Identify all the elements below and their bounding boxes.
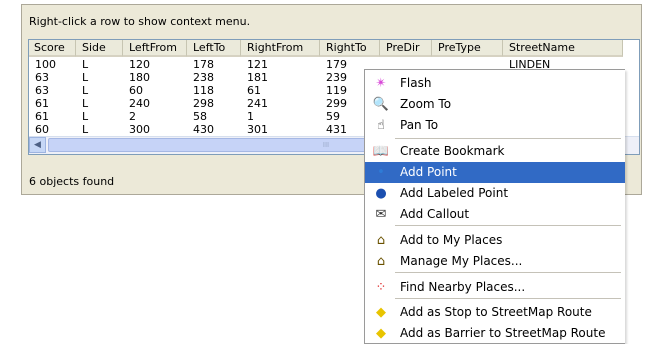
menu-item-add-labeled-point[interactable]: ● Add Labeled Point: [365, 183, 625, 204]
table-cell: L: [82, 58, 89, 71]
route-stop-icon: ◆: [376, 305, 386, 320]
menu-item-create-bookmark[interactable]: 📖 Create Bookmark: [365, 141, 625, 162]
menu-item-label: Add Point: [400, 165, 457, 179]
menu-separator: [395, 138, 621, 139]
menu-item-add-point[interactable]: • Add Point: [365, 162, 625, 183]
table-cell: 120: [129, 58, 150, 71]
menu-item-pan-to[interactable]: ☝ Pan To: [365, 115, 625, 136]
menu-item-label: Add as Stop to StreetMap Route: [400, 305, 592, 319]
zoom-in-icon: 🔍: [372, 97, 390, 112]
menu-item-flash[interactable]: ✴ Flash: [365, 73, 625, 94]
column-header-pretype[interactable]: PreType: [432, 40, 503, 57]
hint-text: Right-click a row to show context menu.: [29, 15, 251, 28]
menu-item-label: Add Callout: [400, 207, 470, 221]
menu-item-label: Add Labeled Point: [400, 186, 509, 200]
table-cell: L: [82, 71, 89, 84]
table-cell: 63: [35, 84, 49, 97]
menu-item-manage-my-places[interactable]: ⌂ Manage My Places...: [365, 251, 625, 272]
nearby-icon: ⁘: [375, 280, 387, 295]
menu-item-label: Create Bookmark: [400, 144, 505, 158]
menu-item-add-callout[interactable]: ✉ Add Callout: [365, 204, 625, 225]
hand-icon: ☝: [377, 118, 385, 133]
column-header-streetname[interactable]: StreetName: [503, 40, 623, 57]
table-cell: 61: [35, 97, 49, 110]
add-place-icon: ⌂: [376, 233, 386, 248]
table-cell: 60: [35, 123, 49, 136]
table-cell: 240: [129, 97, 150, 110]
table-cell: 60: [129, 84, 143, 97]
table-cell: 241: [247, 97, 268, 110]
table-cell: 300: [129, 123, 150, 136]
table-header: Score Side LeftFrom LeftTo RightFrom RightTo P…: [29, 40, 623, 57]
column-header-side[interactable]: Side: [76, 40, 123, 57]
menu-item-label: Add as Barrier to StreetMap Route: [400, 326, 606, 340]
point-icon: •: [377, 165, 385, 180]
column-header-rightto[interactable]: RightTo: [320, 40, 380, 57]
table-cell: 61: [247, 84, 261, 97]
table-cell: 100: [35, 58, 56, 71]
menu-item-label: Find Nearby Places...: [400, 280, 526, 294]
table-cell: L: [82, 84, 89, 97]
menu-item-label: Pan To: [400, 118, 439, 132]
table-cell: 2: [129, 110, 136, 123]
column-header-rightfrom[interactable]: RightFrom: [241, 40, 320, 57]
menu-separator: [395, 225, 621, 226]
table-cell: 118: [193, 84, 214, 97]
callout-icon: ✉: [375, 207, 387, 222]
table-cell: 178: [193, 58, 214, 71]
table-cell: 298: [193, 97, 214, 110]
table-cell: 63: [35, 71, 49, 84]
table-cell: 61: [35, 110, 49, 123]
labeled-point-icon: ●: [375, 186, 387, 201]
table-cell: 181: [247, 71, 268, 84]
table-cell: 180: [129, 71, 150, 84]
menu-separator: [395, 272, 621, 273]
menu-separator: [395, 298, 621, 299]
menu-item-add-as-barrier-to-streetmap-route[interactable]: ◆ Add as Barrier to StreetMap Route: [365, 323, 625, 344]
context-menu: ✴ Flash 🔍 Zoom To ☝ Pan To 📖 Create Bookmark • Ad…: [364, 69, 625, 344]
table-cell: 1: [247, 110, 254, 123]
column-header-leftfrom[interactable]: LeftFrom: [123, 40, 187, 57]
menu-item-find-nearby-places[interactable]: ⁘ Find Nearby Places...: [365, 277, 625, 298]
column-header-score[interactable]: Score: [29, 40, 76, 57]
scroll-left-button[interactable]: ◀: [29, 137, 46, 153]
menu-item-label: Flash: [400, 76, 432, 90]
table-cell: 301: [247, 123, 268, 136]
table-cell: 58: [193, 110, 207, 123]
menu-item-label: Add to My Places: [400, 233, 503, 247]
column-header-leftto[interactable]: LeftTo: [187, 40, 241, 57]
table-cell: 238: [193, 71, 214, 84]
menu-item-zoom-to[interactable]: 🔍 Zoom To: [365, 94, 625, 115]
menu-item-add-as-stop-to-streetmap-route[interactable]: ◆ Add as Stop to StreetMap Route: [365, 302, 625, 323]
manage-places-icon: ⌂: [376, 254, 386, 269]
route-barrier-icon: ◆: [376, 326, 386, 341]
menu-item-label: Zoom To: [400, 97, 452, 111]
table-cell: L: [82, 123, 89, 136]
flash-icon: ✴: [375, 76, 387, 91]
table-cell: 121: [247, 58, 268, 71]
bookmark-icon: 📖: [372, 144, 390, 159]
status-text: 6 objects found: [29, 175, 115, 188]
menu-item-add-to-my-places[interactable]: ⌂ Add to My Places: [365, 230, 625, 251]
menu-item-label: Manage My Places...: [400, 254, 523, 268]
table-cell: L: [82, 97, 89, 110]
table-cell: L: [82, 110, 89, 123]
table-cell: 430: [193, 123, 214, 136]
column-header-predir[interactable]: PreDir: [380, 40, 432, 57]
